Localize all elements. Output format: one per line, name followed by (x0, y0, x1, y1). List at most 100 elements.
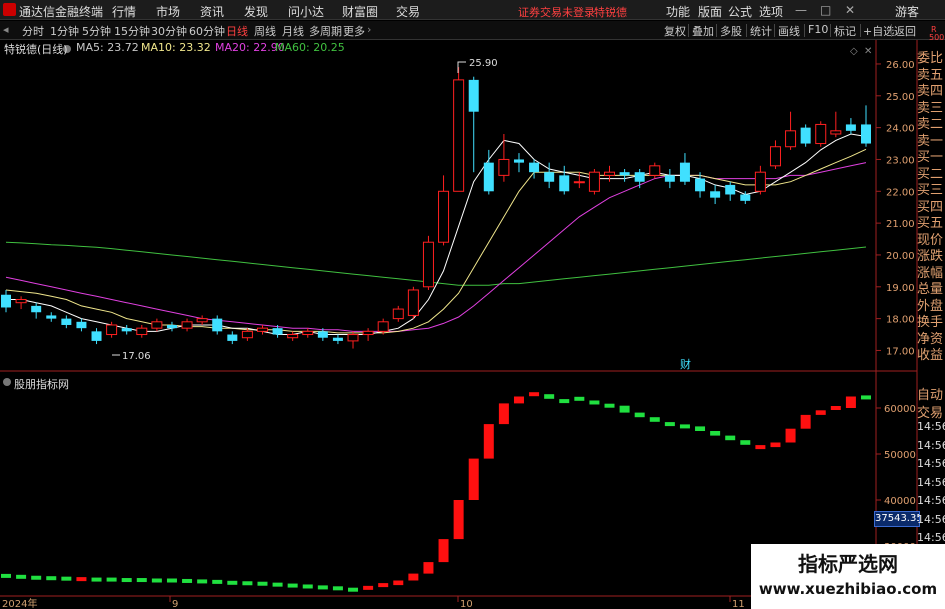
indicator-bar (830, 406, 841, 410)
btn-add-favorite[interactable]: +自选 (863, 23, 894, 39)
menu-item-gongneng[interactable]: 功能 (666, 3, 690, 20)
menu-item-shichang[interactable]: 市场 (156, 3, 180, 20)
finance-mark[interactable]: 财 (680, 357, 691, 371)
indicator-bar (529, 392, 540, 397)
menu-item-jiaoyi[interactable]: 交易 (396, 3, 420, 20)
indicator-bar (861, 395, 871, 400)
candle-body (649, 165, 661, 176)
candle (422, 235, 434, 290)
indicator-bar (710, 431, 721, 436)
indicator-bar (498, 403, 509, 425)
candle-body (679, 162, 690, 182)
candle-body (15, 299, 27, 304)
indicator-bar (604, 403, 615, 408)
candle-body (332, 337, 343, 341)
collapse-icon[interactable]: ◂ (3, 23, 9, 36)
price-tick-label: 21.00 (886, 219, 915, 230)
right-panel-item: 自动 (917, 388, 944, 403)
indicator-bar (483, 424, 494, 459)
candle (76, 318, 87, 332)
indicator-bar (287, 583, 298, 588)
indicator-bar (815, 410, 826, 415)
btn-f10[interactable]: F10 (808, 23, 828, 36)
close-icon[interactable]: ✕ (845, 3, 855, 17)
indicator-bar (166, 578, 177, 583)
period-monthly[interactable]: 月线 (282, 23, 304, 39)
indicator-tick-label: 50000 (884, 450, 916, 461)
indicator-bar (302, 584, 313, 589)
candle-body (302, 330, 314, 336)
minimize-icon[interactable]: — (795, 3, 807, 17)
ma10-legend: MA10: 23.32 (141, 41, 211, 54)
chart-area[interactable]: 26.00 25.00 24.00 23.00 22.00 21.00 20.00 19.00… (0, 40, 945, 609)
menu-item-caifuquan[interactable]: 财富圈 (342, 3, 378, 20)
login-notice[interactable]: 证券交易未登录 (518, 4, 595, 20)
candle-body (664, 175, 675, 182)
guest-label[interactable]: 游客 (895, 3, 919, 20)
menu-item-zixun[interactable]: 资讯 (200, 3, 224, 20)
candle-body (695, 178, 706, 192)
legend-icons: ◇ ✕ (3, 45, 872, 386)
candle-body (181, 321, 193, 329)
right-panel-item: 收益 (917, 348, 944, 363)
menu-item-faxian[interactable]: 发现 (244, 3, 268, 20)
indicator-name[interactable]: 股朋指标网 (14, 376, 69, 392)
period-60min[interactable]: 60分钟 (189, 23, 225, 39)
ma5-legend: MA5: 23.72 (76, 41, 139, 54)
candle-body (46, 315, 57, 319)
btn-tongji[interactable]: 统计 (750, 23, 772, 39)
candle-body (31, 305, 42, 313)
high-marker: 25.90 (457, 58, 498, 73)
candle (227, 331, 238, 345)
maximize-icon[interactable]: □ (820, 3, 831, 17)
candle (559, 165, 570, 195)
candle-body (136, 327, 148, 336)
candle-body (212, 318, 223, 332)
btn-back[interactable]: 返回 (894, 23, 916, 39)
candle (15, 296, 27, 310)
right-panel-item: 14:56 (917, 475, 945, 489)
btn-huaxian[interactable]: 画线 (778, 23, 800, 39)
right-panel-item: 14:56 (917, 457, 945, 470)
period-1min[interactable]: 1分钟 (50, 23, 79, 39)
period-weekly[interactable]: 周线 (254, 23, 276, 39)
menu-item-hangqing[interactable]: 行情 (112, 3, 136, 20)
period-daily[interactable]: 日线 (226, 23, 248, 39)
price-tick-label: 18.00 (886, 315, 915, 326)
btn-biaoji[interactable]: 标记 (834, 23, 856, 39)
btn-duogu[interactable]: 多股 (720, 23, 742, 39)
candle-body (407, 289, 419, 316)
period-multi[interactable]: 多周期 (309, 23, 342, 39)
period-more[interactable]: 更多 (343, 23, 365, 39)
indicator-bar (740, 440, 751, 445)
menu-item-banmian[interactable]: 版面 (698, 3, 722, 20)
x-tick-11: 11 (732, 599, 745, 609)
chevron-right-icon[interactable]: › (367, 23, 371, 36)
price-tick-label: 20.00 (886, 251, 915, 262)
period-5min[interactable]: 5分钟 (82, 23, 111, 39)
candle-body (800, 127, 811, 144)
period-15min[interactable]: 15分钟 (114, 23, 150, 39)
candle-body (529, 162, 540, 173)
indicator-bar (679, 424, 690, 429)
btn-diejia[interactable]: 叠加 (692, 23, 714, 39)
menu-item-xuanxiang[interactable]: 选项 (759, 3, 783, 20)
candle-body (256, 327, 268, 332)
indicator-bar (332, 586, 343, 591)
x-tick-2024: 2024年 (2, 597, 37, 609)
btn-fuquan[interactable]: 复权 (664, 23, 686, 39)
indicator-bar (770, 442, 781, 448)
candle (181, 318, 193, 332)
right-panel-item: 14:56 (917, 531, 945, 544)
period-fenshi[interactable]: 分时 (22, 23, 44, 39)
candle (166, 321, 177, 332)
ma10-series (5, 148, 867, 334)
candle-body (740, 194, 751, 201)
candle-body (544, 172, 555, 182)
menu-item-gongshi[interactable]: 公式 (728, 3, 752, 20)
price-tick-label: 26.00 (886, 60, 915, 71)
indicator-bar (468, 458, 479, 500)
period-30min[interactable]: 30分钟 (151, 23, 187, 39)
low-label: 17.06 (122, 351, 151, 362)
menu-item-wenxiaoda[interactable]: 问小达 (288, 3, 324, 20)
